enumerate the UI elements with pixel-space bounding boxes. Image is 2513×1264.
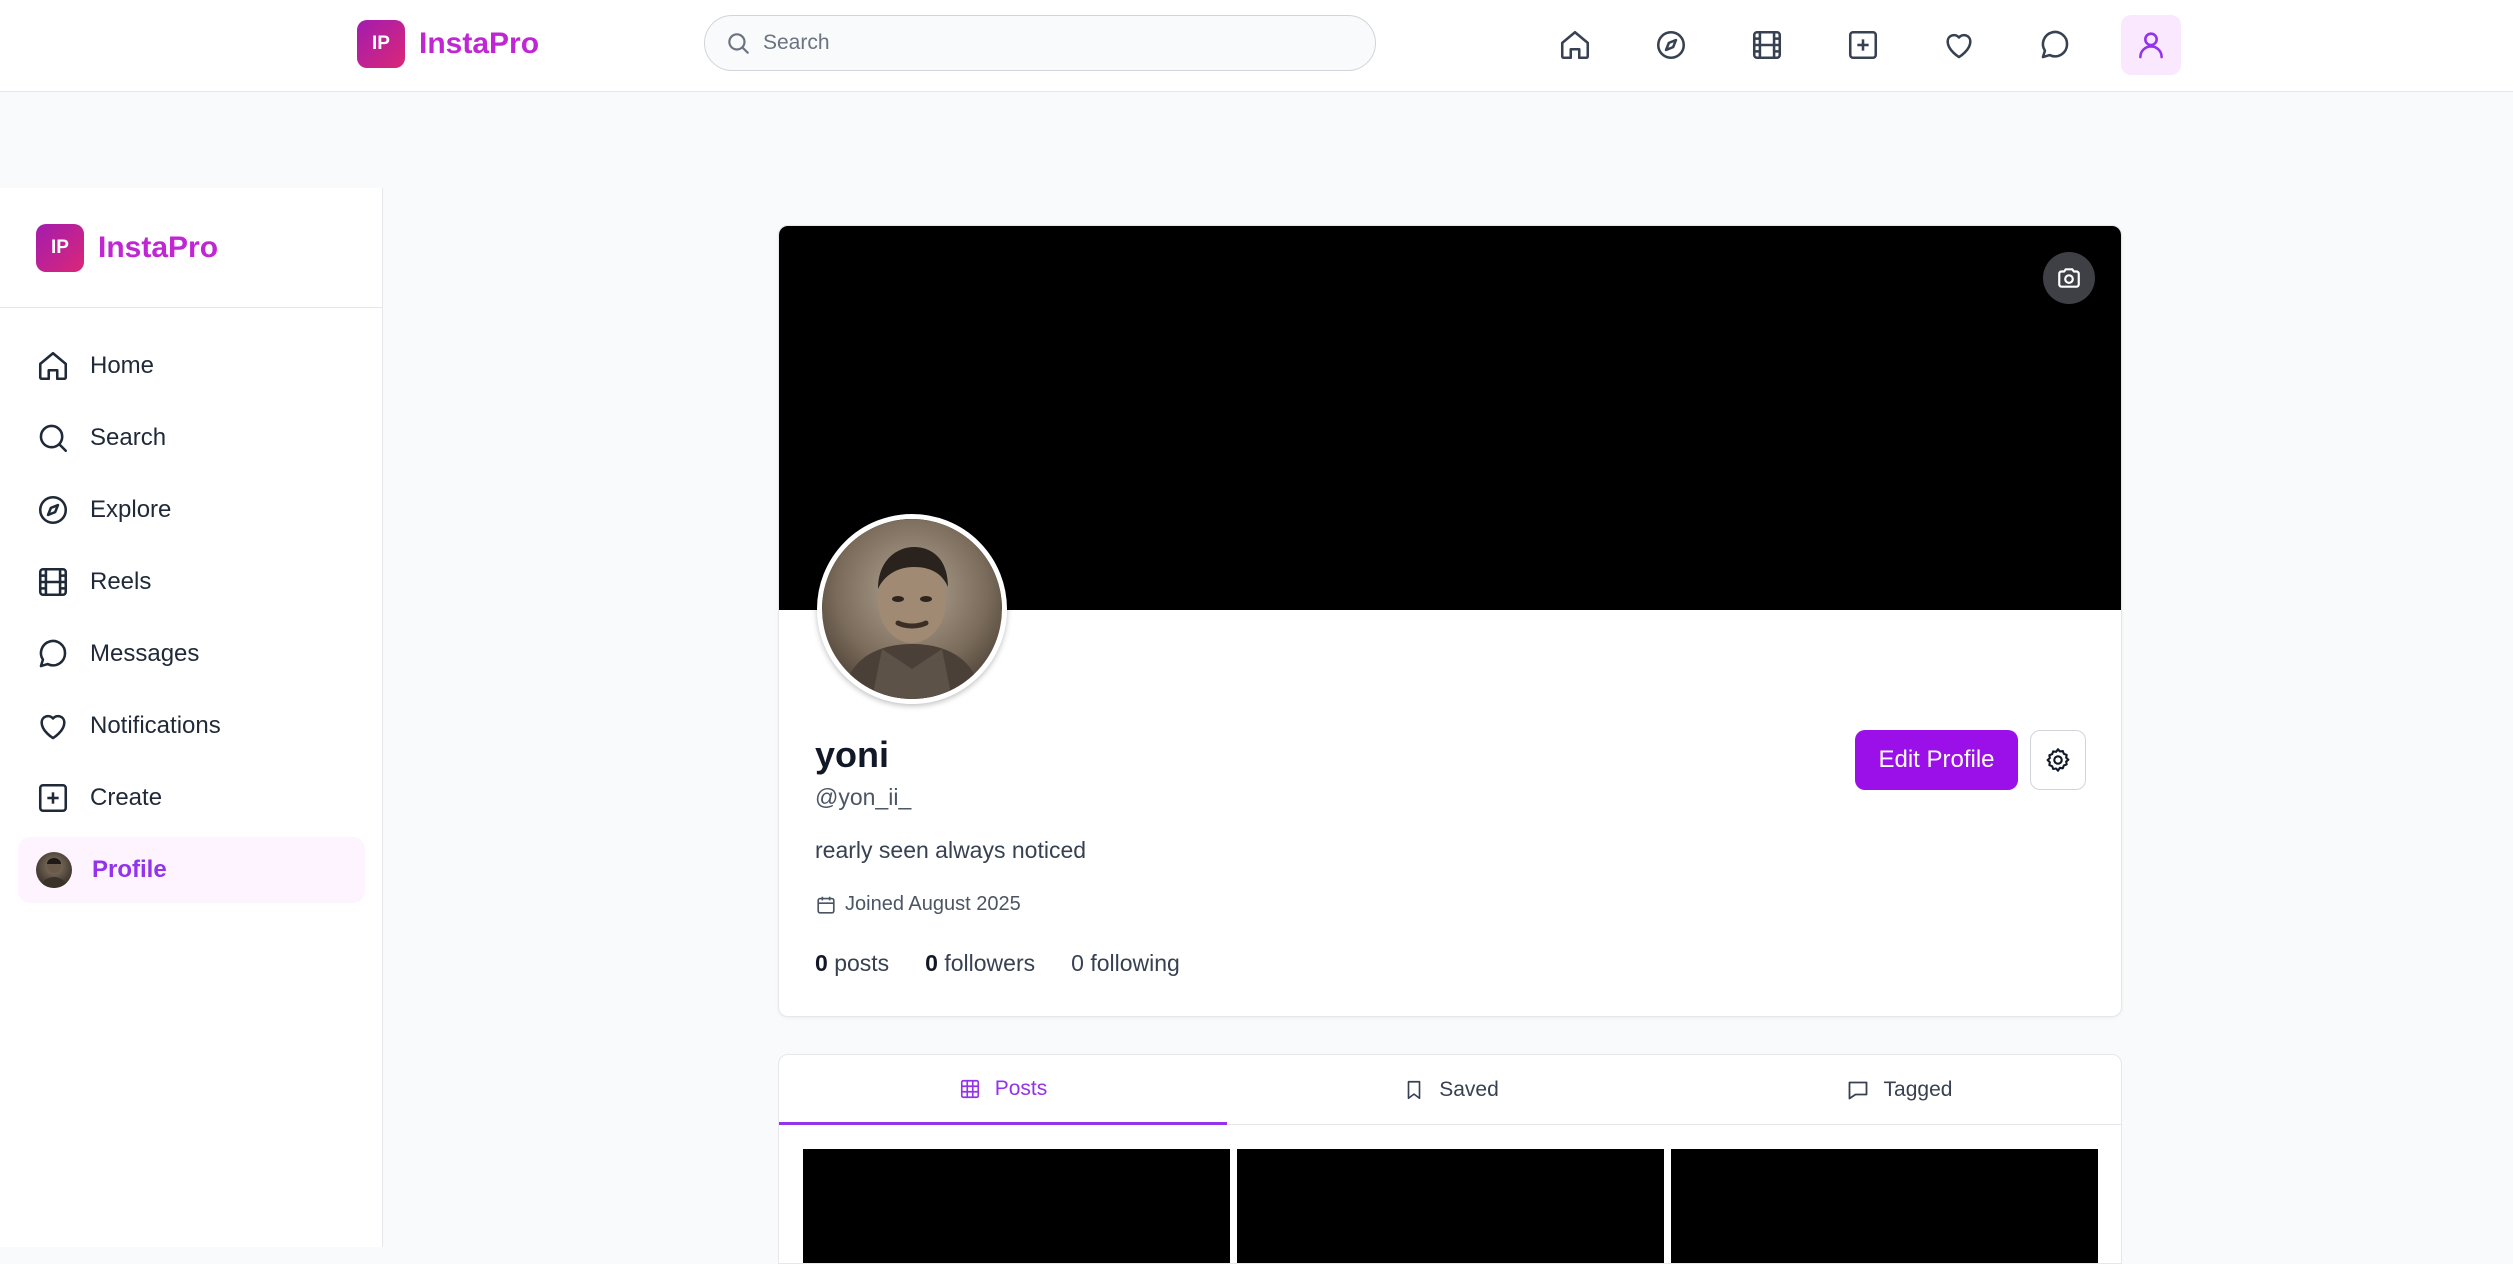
camera-icon — [2056, 265, 2082, 291]
sidebar-item-create[interactable]: Create — [18, 765, 365, 831]
joined-date-text: Joined August 2025 — [845, 893, 1021, 915]
heart-icon — [36, 709, 70, 743]
film-icon[interactable] — [1737, 15, 1797, 75]
logo-text: InstaPro — [98, 231, 219, 264]
search-bar[interactable] — [704, 15, 1376, 71]
logo-mark: IP — [357, 20, 405, 68]
sidebar-item-label: Notifications — [90, 712, 221, 739]
tab-label: Posts — [994, 1076, 1048, 1100]
top-navbar: IP InstaPro — [0, 0, 2513, 92]
search-input[interactable] — [763, 31, 1323, 55]
sidebar-logo[interactable]: IP InstaPro — [36, 224, 218, 272]
tab-bar: Posts Saved Tagged — [779, 1055, 2121, 1125]
change-cover-button[interactable] — [2043, 252, 2095, 304]
sidebar-item-notifications[interactable]: Notifications — [18, 693, 365, 759]
logo-mark: IP — [36, 224, 84, 272]
sidebar-item-home[interactable]: Home — [18, 333, 365, 399]
content-tabs-card: Posts Saved Tagged — [778, 1054, 2122, 1264]
sidebar-item-label: Search — [90, 424, 167, 451]
profile-handle: @yon_ii_ — [815, 784, 912, 810]
bookmark-icon — [1403, 1079, 1425, 1101]
message-icon[interactable] — [2025, 15, 2085, 75]
film-icon — [36, 565, 70, 599]
profile-stats: 0 posts 0 followers 0 following — [815, 950, 1180, 977]
gear-icon — [2044, 746, 2072, 774]
sidebar-item-messages[interactable]: Messages — [18, 621, 365, 687]
sidebar: IP InstaPro Home Search Explore Reels Me… — [0, 188, 383, 1247]
sidebar-item-label: Home — [90, 352, 155, 379]
edit-profile-button[interactable]: Edit Profile — [1855, 730, 2018, 790]
joined-date: Joined August 2025 — [815, 893, 1021, 916]
search-icon — [725, 30, 751, 56]
posts-label: posts — [834, 950, 890, 976]
profile-bio: rearly seen always noticed — [815, 837, 1087, 863]
following-stat[interactable]: 0 following — [1071, 950, 1180, 977]
followers-label: followers — [944, 950, 1036, 976]
top-logo[interactable]: IP InstaPro — [357, 20, 539, 68]
profile-name: yoni — [815, 734, 890, 775]
heart-icon[interactable] — [1929, 15, 1989, 75]
sidebar-divider — [0, 307, 383, 308]
compass-icon — [36, 493, 70, 527]
followers-count: 0 — [925, 950, 938, 976]
tab-tagged[interactable]: Tagged — [1675, 1055, 2121, 1125]
tab-posts[interactable]: Posts — [779, 1055, 1227, 1125]
profile-card: yoni @yon_ii_ rearly seen always noticed… — [778, 225, 2122, 1017]
search-icon — [36, 421, 70, 455]
user-icon[interactable] — [2121, 15, 2181, 75]
sidebar-item-label: Explore — [90, 496, 172, 523]
logo-text: InstaPro — [419, 27, 540, 60]
followers-stat[interactable]: 0 followers — [925, 950, 1035, 977]
following-label: following — [1090, 950, 1180, 976]
profile-avatar[interactable] — [817, 514, 1007, 704]
message-square-icon — [1846, 1078, 1870, 1102]
plus-square-icon — [36, 781, 70, 815]
sidebar-item-profile[interactable]: Profile — [18, 837, 365, 903]
message-icon — [36, 637, 70, 671]
sidebar-item-reels[interactable]: Reels — [18, 549, 365, 615]
sidebar-item-explore[interactable]: Explore — [18, 477, 365, 543]
tab-saved[interactable]: Saved — [1227, 1055, 1675, 1125]
sidebar-item-search[interactable]: Search — [18, 405, 365, 471]
home-icon — [36, 349, 70, 383]
sidebar-item-label: Create — [90, 784, 163, 811]
settings-button[interactable] — [2030, 730, 2086, 790]
posts-stat[interactable]: 0 posts — [815, 950, 889, 977]
plus-square-icon[interactable] — [1833, 15, 1893, 75]
posts-count: 0 — [815, 950, 828, 976]
calendar-icon — [815, 894, 837, 916]
tab-label: Tagged — [1883, 1078, 1953, 1101]
sidebar-item-label: Profile — [92, 856, 167, 883]
compass-icon[interactable] — [1641, 15, 1701, 75]
tab-label: Saved — [1439, 1078, 1499, 1101]
sidebar-item-label: Messages — [90, 640, 200, 667]
avatar — [36, 852, 72, 888]
following-count: 0 — [1071, 950, 1084, 976]
sidebar-nav: Home Search Explore Reels Messages Notif… — [18, 333, 365, 909]
sidebar-item-label: Reels — [90, 568, 152, 595]
grid-icon — [959, 1078, 981, 1100]
home-icon[interactable] — [1545, 15, 1605, 75]
